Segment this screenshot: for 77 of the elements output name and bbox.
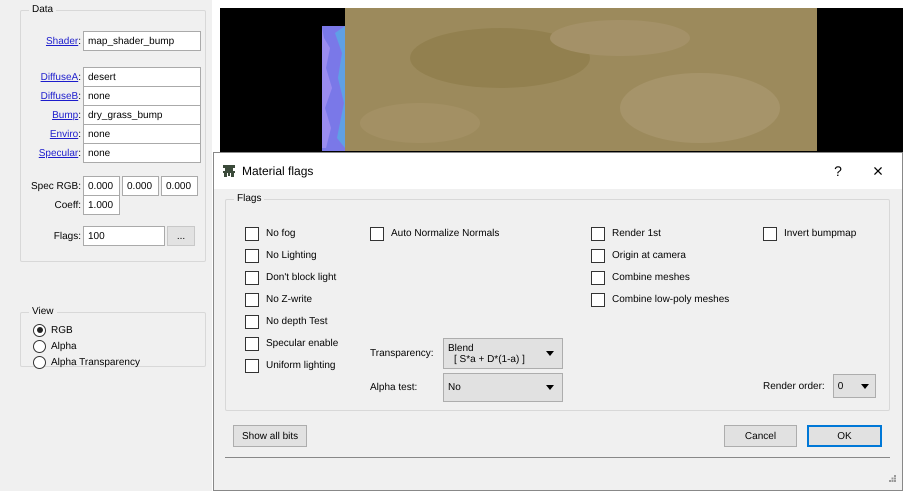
caret-icon <box>546 385 554 390</box>
texture-link[interactable]: Specular <box>38 148 78 159</box>
window-title: Material flags <box>242 164 314 178</box>
transparency-label: Transparency: <box>370 348 435 359</box>
checkbox-label: Origin at camera <box>612 250 686 261</box>
radio-label: Alpha Transparency <box>51 356 140 368</box>
spec-value-field[interactable]: 0.000 <box>161 176 198 196</box>
checkbox-label: Auto Normalize Normals <box>391 228 500 239</box>
checkbox-label: Specular enable <box>266 338 338 349</box>
checkbox-label: Render 1st <box>612 228 661 239</box>
browse-button[interactable]: ... <box>167 226 195 246</box>
dialog-button[interactable]: Cancel <box>724 425 797 447</box>
checkbox-label: No depth Test <box>266 316 328 327</box>
dialog-button[interactable]: OK <box>807 425 882 447</box>
checkbox[interactable] <box>763 226 777 240</box>
label-colon: : <box>78 36 81 46</box>
label-colon: : <box>78 72 81 83</box>
group-title: Flags <box>234 193 264 205</box>
spec-value-field[interactable]: 0.000 <box>122 176 159 196</box>
coeff-field[interactable]: 1.000 <box>83 195 120 215</box>
coeff-label: Coeff: <box>54 200 81 211</box>
label-colon: : <box>78 129 81 140</box>
checkbox[interactable] <box>245 270 259 284</box>
checkbox-label: Invert bumpmap <box>784 228 856 239</box>
texture-link[interactable]: DiffuseB <box>40 91 78 102</box>
render-order-dropdown[interactable]: 0 <box>832 374 876 398</box>
checkbox-label: Combine low-poly meshes <box>612 294 730 305</box>
caret-icon <box>546 351 554 356</box>
shader-field[interactable]: map_shader_bump <box>83 31 201 51</box>
checkbox[interactable] <box>591 270 605 284</box>
alpha-test-dropdown[interactable]: No <box>443 373 563 402</box>
checkbox[interactable] <box>591 248 605 262</box>
texture-field[interactable]: none <box>83 86 201 106</box>
spec-rgb-label: Spec RGB: <box>30 180 81 192</box>
texture-field[interactable]: dry_grass_bump <box>83 105 201 125</box>
label-colon: : <box>78 91 81 102</box>
texture-link[interactable]: DiffuseA <box>40 72 78 83</box>
checkbox[interactable] <box>245 292 259 306</box>
checkbox[interactable] <box>245 358 259 372</box>
caret-icon <box>860 384 869 388</box>
alpha-test-label: Alpha test: <box>370 382 418 393</box>
spec-value-field[interactable]: 0.000 <box>83 176 120 196</box>
texture-link[interactable]: Bump <box>52 110 78 121</box>
dialog-button[interactable]: Show all bits <box>233 425 308 447</box>
checkbox[interactable] <box>591 292 605 306</box>
close-button[interactable]: × <box>858 156 898 186</box>
texture-field[interactable]: none <box>83 124 201 144</box>
checkbox[interactable] <box>591 226 605 240</box>
label-colon: : <box>78 148 81 159</box>
transparency-dropdown[interactable]: Blend [ S*a + D*(1-a) ] <box>443 338 563 369</box>
texture-field[interactable]: none <box>83 143 201 163</box>
checkbox-label: Don't block light <box>266 272 336 283</box>
shader-link[interactable]: Shader <box>46 36 78 46</box>
radio-button[interactable] <box>33 356 46 368</box>
texture-link[interactable]: Enviro <box>50 129 78 140</box>
checkbox-label: No fog <box>266 228 296 239</box>
radio-label: RGB <box>51 324 73 336</box>
help-button[interactable]: ? <box>818 156 858 186</box>
radio-button[interactable] <box>33 340 46 352</box>
radio-label: Alpha <box>51 340 77 352</box>
checkbox-label: No Z-write <box>266 294 312 305</box>
label-colon: : <box>78 110 81 121</box>
checkbox[interactable] <box>245 226 259 240</box>
checkbox[interactable] <box>245 314 259 328</box>
render-order-label: Render order: <box>763 380 825 392</box>
resize-grip-icon <box>889 475 896 482</box>
checkbox[interactable] <box>370 226 384 240</box>
flags-label: Flags: <box>54 230 81 242</box>
checkbox-label: Combine meshes <box>612 272 690 283</box>
checkbox[interactable] <box>245 248 259 262</box>
checkbox-label: Uniform lighting <box>266 360 336 371</box>
flags-field[interactable]: 100 <box>83 226 165 246</box>
radio-button[interactable] <box>33 324 46 336</box>
app-icon <box>222 164 236 178</box>
checkbox[interactable] <box>245 336 259 350</box>
checkbox-label: No Lighting <box>266 250 317 261</box>
texture-field[interactable]: desert <box>83 67 201 87</box>
